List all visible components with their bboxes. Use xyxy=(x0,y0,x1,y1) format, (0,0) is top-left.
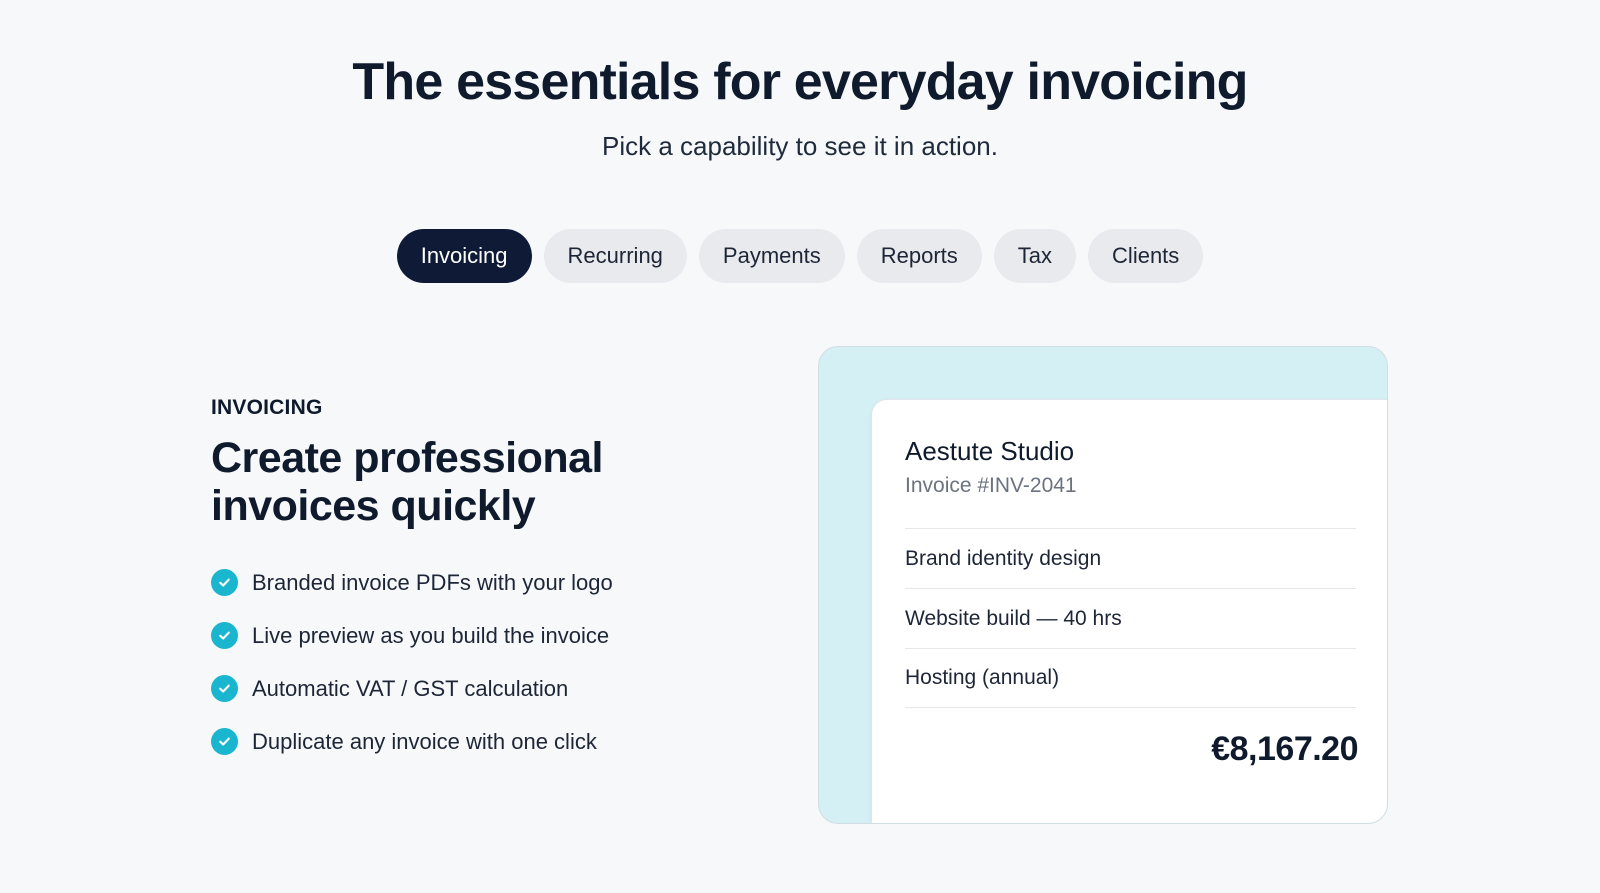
page-subtitle: Pick a capability to see it in action. xyxy=(602,131,998,161)
tab-recurring[interactable]: Recurring xyxy=(543,229,687,283)
feature-item-text: Live preview as you build the invoice xyxy=(252,622,610,648)
invoice-client-name: Aestute Studio xyxy=(905,436,1075,466)
feature-headline: Create professional invoices quickly xyxy=(211,434,731,530)
check-circle-icon xyxy=(211,675,238,702)
feature-description: INVOICING Create professional invoices q… xyxy=(211,396,731,768)
tab-reports[interactable]: Reports xyxy=(856,229,982,283)
feature-item: Live preview as you build the invoice xyxy=(211,609,731,662)
tab-tax[interactable]: Tax xyxy=(993,229,1077,283)
invoice-total: €8,167.20 xyxy=(1211,730,1358,768)
feature-item: Branded invoice PDFs with your logo xyxy=(211,556,731,609)
check-circle-icon xyxy=(211,622,238,649)
check-circle-icon xyxy=(211,569,238,596)
invoice-line-items: Brand identity design Website build — 40… xyxy=(905,528,1356,708)
page-title: The essentials for everyday invoicing xyxy=(352,53,1248,111)
invoice-number: Invoice #INV-2041 xyxy=(905,474,1077,497)
invoice-preview-panel: Aestute Studio Invoice #INV-2041 Brand i… xyxy=(818,346,1388,824)
feature-item-text: Duplicate any invoice with one click xyxy=(252,728,597,754)
tab-invoicing[interactable]: Invoicing xyxy=(396,229,532,283)
capability-tabs: Invoicing Recurring Payments Reports Tax… xyxy=(0,229,1600,283)
feature-item-text: Branded invoice PDFs with your logo xyxy=(252,569,613,595)
invoice-line-item: Hosting (annual) xyxy=(905,648,1356,708)
feature-headline-line-1: Create professional xyxy=(211,434,603,482)
section-eyebrow: INVOICING xyxy=(211,396,323,419)
invoice-line-item: Website build — 40 hrs xyxy=(905,588,1356,648)
invoice-card: Aestute Studio Invoice #INV-2041 Brand i… xyxy=(871,399,1387,823)
tab-clients[interactable]: Clients xyxy=(1088,229,1204,283)
feature-item: Duplicate any invoice with one click xyxy=(211,715,731,768)
feature-item: Automatic VAT / GST calculation xyxy=(211,662,731,715)
check-circle-icon xyxy=(211,728,238,755)
feature-item-text: Automatic VAT / GST calculation xyxy=(252,675,569,701)
feature-headline-line-2: invoices quickly xyxy=(211,482,536,530)
tab-payments[interactable]: Payments xyxy=(698,229,845,283)
invoice-line-item: Brand identity design xyxy=(905,528,1356,588)
feature-list: Branded invoice PDFs with your logo Live… xyxy=(211,556,731,768)
